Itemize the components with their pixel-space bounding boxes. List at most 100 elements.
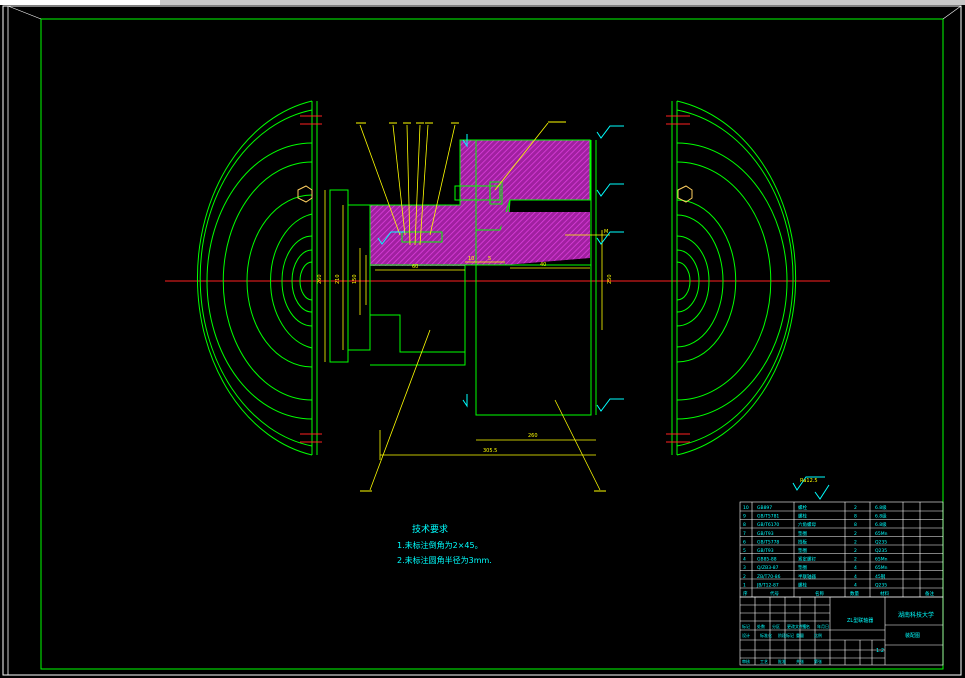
tech-req-title: 技术要求 [412,523,448,535]
bom-cell-qty: 8 [854,514,857,520]
cad-drawing-window: 260 210 150 60 40 10 5 250 260 305.5 M R… [0,0,965,678]
bom-header-cell: 数量 [850,590,859,597]
dim-right-h: 250 [607,274,613,284]
dim-left-h2: 210 [335,274,341,284]
sheet-border [2,5,962,676]
dim-gap2: 5 [488,256,491,262]
roughness-symbols [377,125,830,500]
right-wheel [671,100,797,456]
bom-cell-qty: 2 [854,505,857,511]
bom-cell-qty: 2 [854,531,857,537]
dim-hub-len: 40 [540,262,546,268]
title-block-label: 阶段标记 [778,632,794,638]
tech-req-item-1: 1.未标注倒角为2×45。 [397,540,483,550]
coupling-assembly [329,139,597,416]
bom-cell-no: 3 [743,565,746,571]
bom-cell-code: GB/T5778 [757,539,779,545]
bom-cell-mat: Q235 [875,548,887,554]
bom-cell-no: 10 [743,505,749,511]
bom-cell-mat: 45钢 [875,573,886,580]
bom-cell-name: 挡板 [798,538,807,545]
bom-cell-qty: 8 [854,522,857,528]
roughness-note: Ra12.5 [800,478,818,484]
bom-cell-no: 1 [743,582,746,588]
bom-cell-qty: 2 [854,557,857,563]
technical-requirements: 技术要求 1.未标注倒角为2×45。 2.未标注圆角半径为3mm. [397,523,492,565]
title-block-label: 审核 [742,658,750,664]
drawing-canvas[interactable]: 260 210 150 60 40 10 5 250 260 305.5 M R… [0,0,965,678]
dim-left-h1: 260 [317,274,323,284]
dim-left-h3: 150 [352,274,358,284]
bom-cell-code: JB/T12-87 [756,582,779,588]
bom-cell-mat: Q235 [875,582,887,588]
dim-note-m: M [604,229,608,235]
bom-cell-qty: 2 [854,548,857,554]
bom-header-cell: 名称 [815,590,824,597]
bom-cell-no: 5 [743,548,746,554]
bom-cell-name: 垫圈 [798,547,807,554]
bom-cell-name: 螺栓 [798,581,807,588]
bom-cell-mat: 6.8级 [875,504,887,511]
bom-cell-name: 螺栓 [798,513,807,520]
bom-header-cell: 材料 [880,590,889,597]
bom-cell-code: GB85-88 [757,557,777,563]
bom-cell-name: 垫圈 [798,530,807,537]
bom-cell-name: 半联轴器 [798,573,816,580]
dim-bottom2: 305.5 [483,448,497,454]
title-block-label: 签名 [802,623,810,629]
bom-cell-mat: 65Mn [875,557,888,563]
title-block-label: 比例 [814,632,822,638]
dim-bottom1: 260 [528,433,538,439]
bom-text: 10 GB897 螺栓 2 6.8级 9 GB/T5781 螺栓 8 6.8级 8 GB/T6170 六… [743,504,934,597]
scale-value: 1:2 [876,648,884,654]
bom-cell-no: 2 [743,574,746,580]
dim-bore: 60 [412,264,418,270]
title-block-label: 共张 [796,658,804,664]
bom-cell-no: 7 [743,531,746,537]
toolbar-field[interactable] [0,0,160,5]
bom-header-cell: 备注 [925,590,934,597]
dim-gap1: 10 [468,256,474,262]
bom-cell-mat: 6.8级 [875,521,887,528]
title-block-label: 标记 [742,623,750,629]
bom-cell-mat: 6.8级 [875,513,887,520]
bom-cell-no: 4 [743,557,746,563]
title-block-label: 设计 [742,632,750,638]
title-block-label: 标准化 [760,632,772,638]
bom-cell-code: GB/T93 [757,548,774,554]
school-name: 湖南科技大学 [898,611,934,619]
bom-cell-qty: 4 [854,565,857,571]
tech-req-item-2: 2.未标注圆角半径为3mm. [397,555,492,565]
bom-cell-mat: 65Mn [875,565,888,571]
title-block-label: 年月日 [817,623,829,629]
bom-cell-code: GB/T93 [757,531,774,537]
bom-cell-name: 六角螺母 [798,521,816,528]
bom-cell-qty: 4 [854,582,857,588]
bom-cell-qty: 2 [854,539,857,545]
bom-cell-no: 8 [743,522,746,528]
bom-cell-code: GB/T6170 [757,522,779,528]
bom-cell-code: GB/T5781 [757,514,779,520]
bom-cell-no: 6 [743,539,746,545]
title-block-label: 第张 [814,658,822,664]
bom-cell-no: 9 [743,514,746,520]
left-wheel [197,100,318,456]
bom-cell-name: 紧定螺钉 [798,556,816,563]
drawing-no: 装配图 [905,632,920,639]
bom-cell-mat: 65Mn [875,531,888,537]
title-block-label: 工艺 [760,659,768,664]
title-block-name: ZL型联轴器 [847,617,873,624]
drawing-frame [40,18,944,670]
bom-cell-mat: Q235 [875,539,887,545]
bom-cell-name: 螺栓 [798,504,807,511]
bom-header-cell: 代号 [770,590,779,597]
bom-cell-qty: 4 [854,574,857,580]
title-block-label: 分区 [772,623,780,629]
bom-cell-name: 垫圈 [798,564,807,571]
title-block-label: 处数 [757,623,765,629]
bom-cell-code: Q/ZB3-87 [757,565,779,571]
bom-cell-code: ZB/T70-86 [757,574,781,580]
bom-header-cell: 序 [743,590,748,597]
bom-cell-code: GB897 [757,505,772,511]
title-block-label: 批准 [778,658,786,664]
